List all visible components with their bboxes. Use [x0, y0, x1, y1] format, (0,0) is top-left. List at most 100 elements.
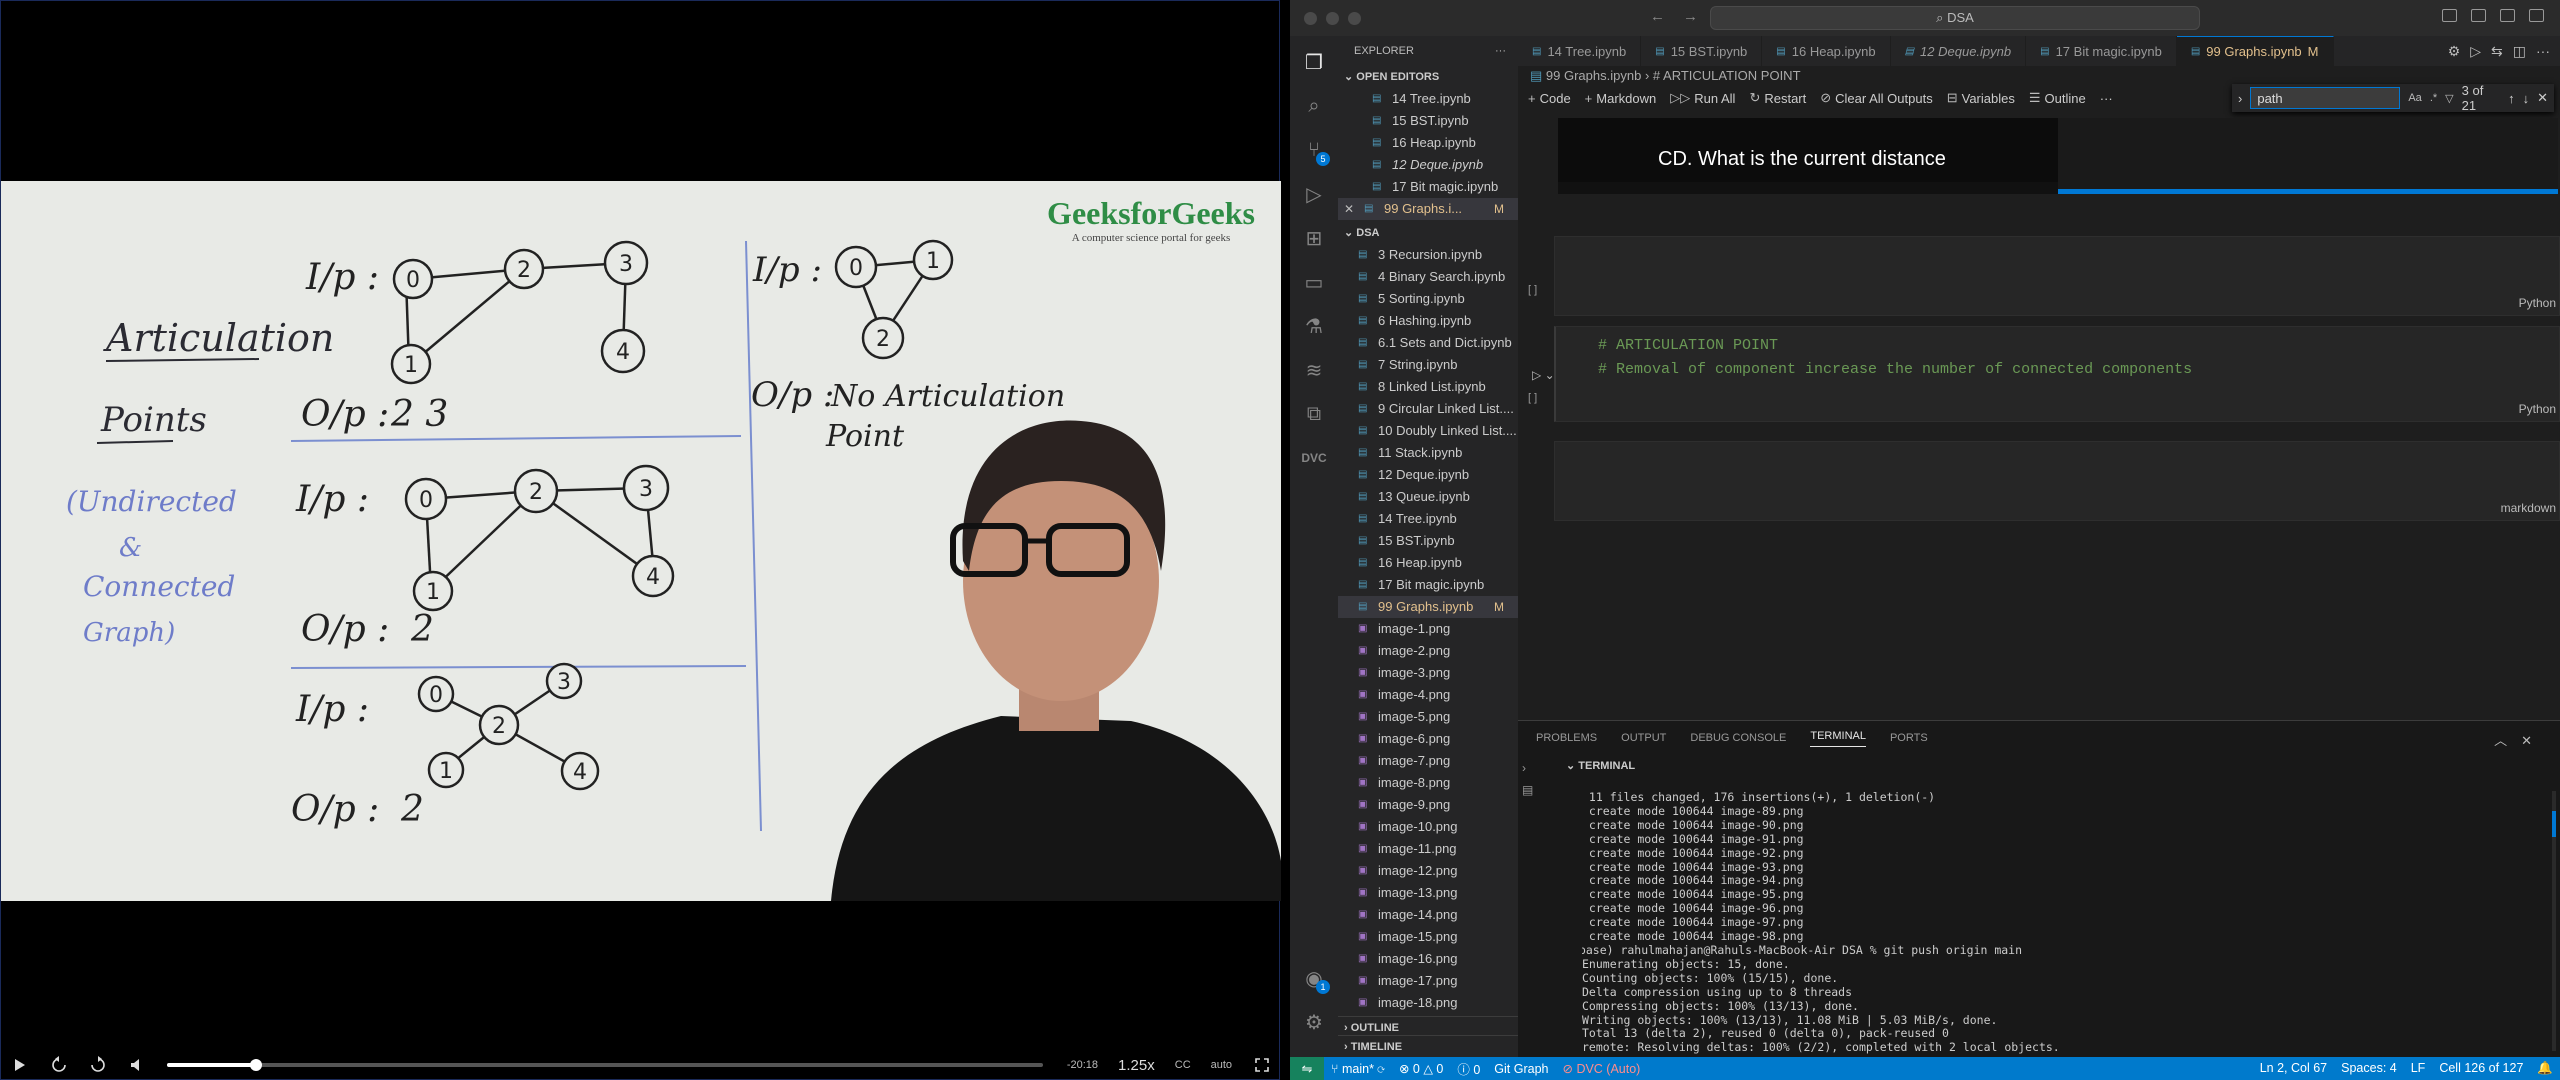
more-actions-icon[interactable]: ··· [2536, 43, 2550, 59]
timeline-knob[interactable] [250, 1059, 263, 1071]
close-panel-icon[interactable]: ✕ [2521, 733, 2546, 748]
image-file-item[interactable]: ▣ image-2.png [1338, 640, 1518, 662]
open-editor-item[interactable]: ▤ 17 Bit magic.ipynb [1338, 176, 1518, 198]
outline-button[interactable]: ☰ Outline [2029, 90, 2086, 106]
source-control-icon[interactable]: ⑂ 5 [1300, 136, 1330, 166]
file-item[interactable]: ▤ 12 Deque.ipynb [1338, 464, 1518, 486]
maximize-panel-icon[interactable]: ︿ [2494, 733, 2521, 748]
file-item[interactable]: ▤ 17 Bit magic.ipynb [1338, 574, 1518, 596]
open-editor-item[interactable]: ▤ 16 Heap.ipynb [1338, 132, 1518, 154]
toggle-sidebar-icon[interactable] [2442, 9, 2457, 22]
add-code-cell-button[interactable]: + Code [1528, 91, 1571, 106]
editor-tab[interactable]: ▤ 12 Deque.ipynb [1891, 36, 2027, 66]
image-file-item[interactable]: ▣ image-11.png [1338, 838, 1518, 860]
forward-button[interactable] [79, 1049, 118, 1080]
toggle-panel-icon[interactable] [2471, 9, 2486, 22]
next-match-icon[interactable]: ↓ [2523, 91, 2530, 106]
run-icon[interactable]: ▷ [2470, 43, 2481, 60]
captions-button[interactable]: CC [1165, 1059, 1201, 1071]
editor-tab[interactable]: ▤ 15 BST.ipynb [1641, 36, 1763, 66]
image-file-item[interactable]: ▣ image-12.png [1338, 860, 1518, 882]
video-player[interactable]: Articulation Points (Undirected & Connec… [0, 0, 1281, 1080]
image-file-item[interactable]: ▣ image-3.png [1338, 662, 1518, 684]
editor-tab[interactable]: ▤ 17 Bit magic.ipynb [2026, 36, 2177, 66]
dvc-icon[interactable]: DVC [1300, 444, 1328, 472]
cell-editor[interactable] [1554, 441, 2560, 521]
extensions-icon[interactable]: ⊞ [1300, 224, 1328, 252]
speed-button[interactable]: 1.25x [1108, 1057, 1165, 1074]
run-debug-icon[interactable]: ▷ [1300, 180, 1328, 208]
file-item[interactable]: ▤ 13 Queue.ipynb [1338, 486, 1518, 508]
image-file-item[interactable]: ▣ image-18.png [1338, 992, 1518, 1014]
explorer-more-icon[interactable]: ··· [1495, 36, 1506, 66]
settings-gear-icon[interactable]: ⚙ [1300, 1008, 1328, 1036]
panel-tab-output[interactable]: OUTPUT [1621, 732, 1666, 744]
file-item[interactable]: ▤ 9 Circular Linked List.... [1338, 398, 1518, 420]
match-case-icon[interactable]: Aa [2408, 92, 2421, 104]
filter-icon[interactable]: ▽ [2445, 92, 2453, 105]
image-file-item[interactable]: ▣ image-8.png [1338, 772, 1518, 794]
close-window-button[interactable] [1304, 11, 1317, 25]
image-file-item[interactable]: ▣ image-16.png [1338, 948, 1518, 970]
play-button[interactable] [1, 1049, 40, 1080]
video-frame[interactable]: Articulation Points (Undirected & Connec… [1, 181, 1281, 901]
image-file-item[interactable]: ▣ image-4.png [1338, 684, 1518, 706]
breadcrumb-file[interactable]: 99 Graphs.ipynb [1546, 68, 1641, 83]
indentation-status[interactable]: Spaces: 4 [2334, 1061, 2404, 1076]
regex-icon[interactable]: .* [2430, 92, 2437, 104]
file-item[interactable]: ▤ 6 Hashing.ipynb [1338, 310, 1518, 332]
image-file-item[interactable]: ▣ image-17.png [1338, 970, 1518, 992]
image-file-item[interactable]: ▣ image-5.png [1338, 706, 1518, 728]
open-editors-section[interactable]: ⌄ OPEN EDITORS [1338, 66, 1518, 88]
timeline-section[interactable]: › TIMELINE [1338, 1035, 1518, 1057]
panel-tab-terminal[interactable]: TERMINAL [1810, 730, 1866, 747]
terminal-list-icon[interactable]: ▤ [1522, 779, 1552, 801]
dsa-folder-section[interactable]: ⌄ DSA [1338, 222, 1518, 244]
open-editor-item-active[interactable]: ✕ ▤ 99 Graphs.i... M [1338, 198, 1518, 220]
file-item[interactable]: ▤ 10 Doubly Linked List.... [1338, 420, 1518, 442]
panel-tab-ports[interactable]: PORTS [1890, 732, 1928, 744]
cell-language[interactable]: Python [2519, 296, 2556, 310]
image-file-item[interactable]: ▣ image-1.png [1338, 618, 1518, 640]
image-file-item[interactable]: ▣ image-9.png [1338, 794, 1518, 816]
branch-status[interactable]: ⑂ main* ⟳ [1324, 1062, 1392, 1076]
file-item[interactable]: ▤ 11 Stack.ipynb [1338, 442, 1518, 464]
panel-tab-problems[interactable]: PROBLEMS [1536, 732, 1597, 744]
open-editor-item[interactable]: ▤ 12 Deque.ipynb [1338, 154, 1518, 176]
compare-icon[interactable]: ⇆ [2491, 43, 2503, 60]
minimize-window-button[interactable] [1326, 11, 1339, 25]
notebook-cell-active[interactable]: [ ] # ARTICULATION POINT # Removal of co… [1528, 326, 2560, 422]
notebook-cell[interactable]: markdown [1554, 441, 2560, 521]
previous-match-icon[interactable]: ↑ [2508, 91, 2515, 106]
customize-layout-icon[interactable] [2529, 9, 2544, 22]
file-item[interactable]: ▤ 6.1 Sets and Dict.ipynb [1338, 332, 1518, 354]
cell-language[interactable]: markdown [2501, 501, 2556, 515]
jupyter-icon[interactable]: ⧉ [1300, 400, 1328, 428]
editor-tab[interactable]: ▤ 16 Heap.ipynb [1762, 36, 1891, 66]
terminal-header[interactable]: ⌄ TERMINAL [1518, 755, 2560, 777]
split-editor-icon[interactable]: ◫ [2513, 43, 2526, 60]
file-item[interactable]: ▤ 14 Tree.ipynb [1338, 508, 1518, 530]
eol-status[interactable]: LF [2404, 1061, 2433, 1076]
file-item[interactable]: ▤ 15 BST.ipynb [1338, 530, 1518, 552]
remote-indicator-icon[interactable]: ⇋ [1290, 1057, 1324, 1080]
clear-outputs-button[interactable]: ⊘ Clear All Outputs [1820, 90, 1932, 106]
image-file-item[interactable]: ▣ image-7.png [1338, 750, 1518, 772]
terminal-output[interactable]: 11 files changed, 176 insertions(+), 1 d… [1582, 791, 2542, 1057]
cell-language[interactable]: Python [2519, 402, 2556, 416]
rewind-button[interactable] [40, 1049, 79, 1080]
image-file-item[interactable]: ▣ image-13.png [1338, 882, 1518, 904]
accounts-icon[interactable]: ◉ 1 [1300, 964, 1330, 994]
open-editor-item[interactable]: ▤ 14 Tree.ipynb [1338, 88, 1518, 110]
video-timeline[interactable] [166, 1059, 1043, 1071]
cell-code[interactable]: # ARTICULATION POINT # Removal of compon… [1598, 334, 2192, 382]
run-cell-icon[interactable]: ▷ ⌄ [1532, 368, 1555, 382]
panel-tab-debug-console[interactable]: DEBUG CONSOLE [1690, 732, 1786, 744]
image-file-item[interactable]: ▣ image-15.png [1338, 926, 1518, 948]
search-icon[interactable]: ⌕ [1300, 92, 1328, 120]
testing-icon[interactable]: ⚗ [1300, 312, 1328, 340]
image-file-item[interactable]: ▣ image-10.png [1338, 816, 1518, 838]
variables-button[interactable]: ⊟ Variables [1947, 90, 2015, 106]
kernel-gear-icon[interactable]: ⚙ [2448, 43, 2461, 60]
quality-button[interactable]: auto [1201, 1059, 1242, 1071]
